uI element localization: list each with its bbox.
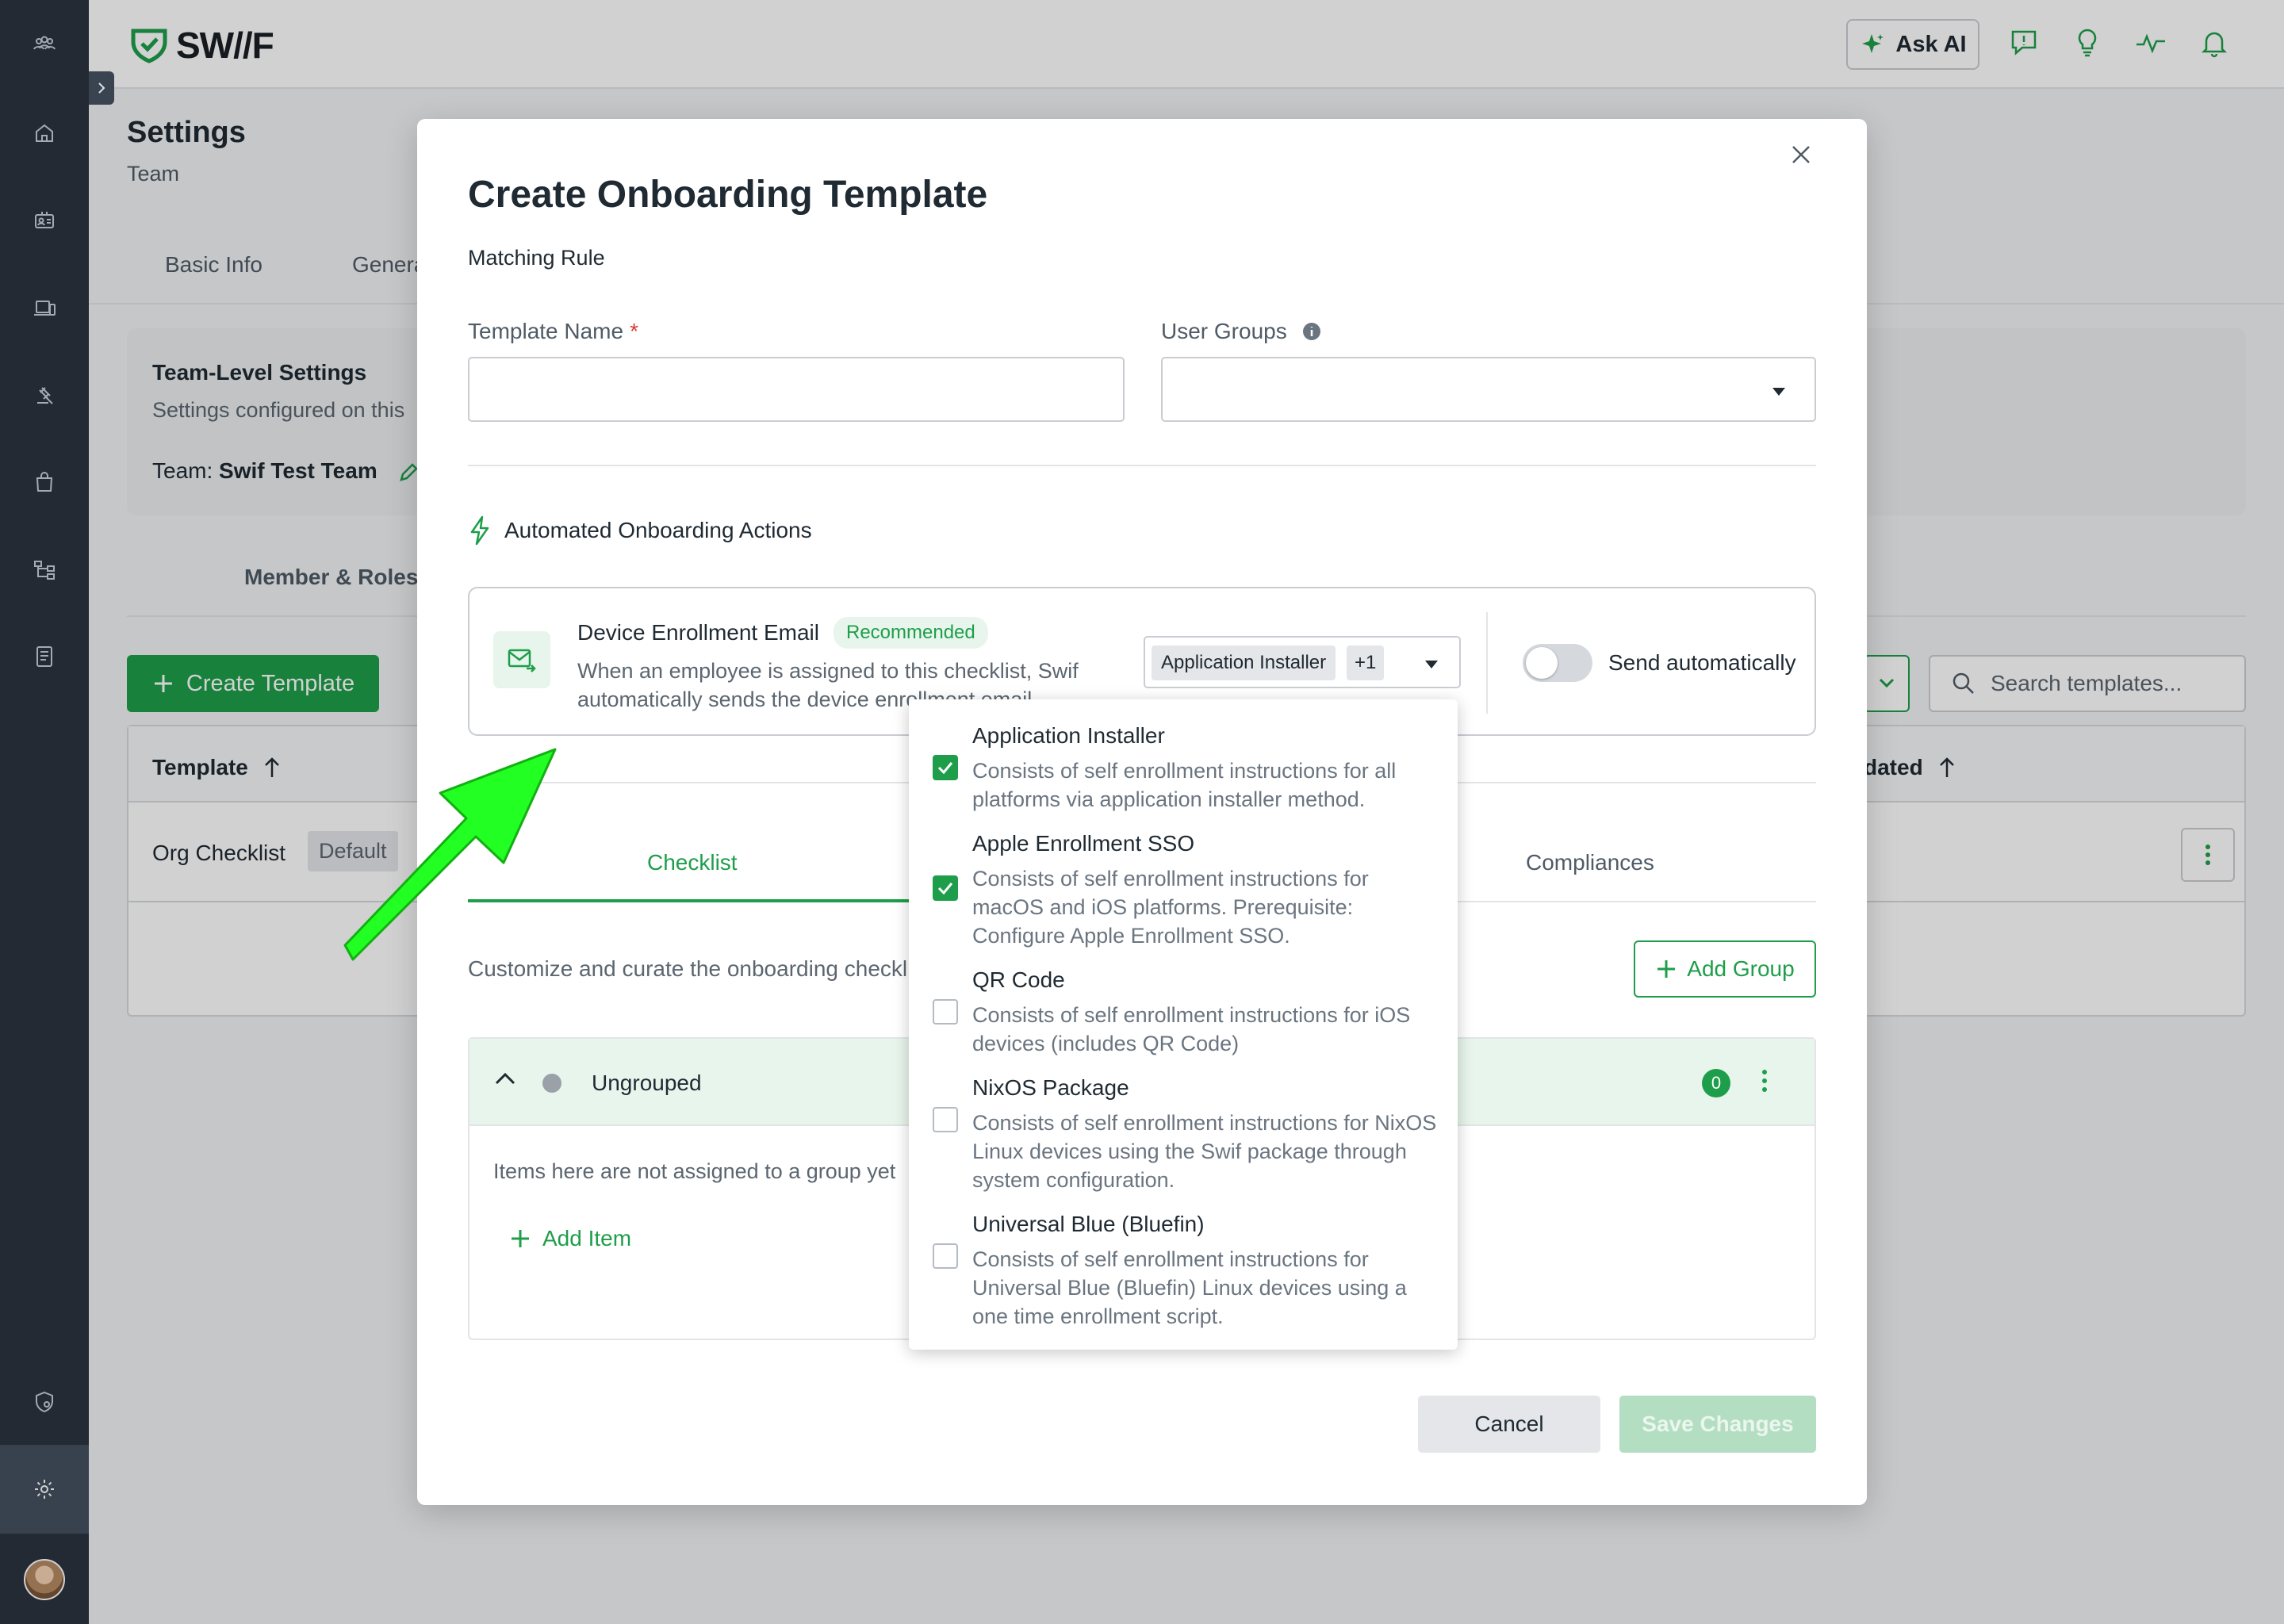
- option-title: QR Code: [972, 967, 1065, 992]
- option-description: Consists of self enrollment instructions…: [972, 1111, 1437, 1192]
- option-description: Consists of self enrollment instructions…: [972, 759, 1397, 811]
- template-name-input[interactable]: [468, 357, 1125, 422]
- annotation-arrow-icon: [343, 748, 557, 961]
- option-description: Consists of self enrollment instructions…: [972, 867, 1369, 948]
- group-name: Ungrouped: [592, 1071, 702, 1095]
- user-groups-select[interactable]: [1161, 357, 1816, 422]
- option-description: Consists of self enrollment instructions…: [972, 1003, 1411, 1055]
- required-asterisk: *: [630, 319, 638, 343]
- option-universal-blue[interactable]: Universal Blue (Bluefin) Consists of sel…: [909, 1188, 1458, 1339]
- option-title: NixOS Package: [972, 1075, 1129, 1100]
- extra-count-chip: +1: [1347, 645, 1385, 680]
- cancel-button[interactable]: Cancel: [1418, 1396, 1600, 1453]
- template-name-label: Template Name *: [468, 319, 638, 344]
- check-icon: [937, 762, 953, 775]
- send-automatically-toggle[interactable]: [1523, 644, 1592, 682]
- option-apple-enrollment-sso[interactable]: Apple Enrollment SSO Consists of self en…: [909, 807, 1458, 948]
- recommended-badge: Recommended: [834, 617, 988, 649]
- add-item-label: Add Item: [542, 1226, 632, 1251]
- option-title: Universal Blue (Bluefin): [972, 1212, 1205, 1236]
- close-button[interactable]: [1781, 135, 1821, 174]
- action-title-text: Device Enrollment Email: [577, 620, 819, 645]
- option-application-installer[interactable]: Application Installer Consists of self e…: [909, 699, 1458, 811]
- info-icon[interactable]: [1301, 321, 1322, 342]
- option-nixos-package[interactable]: NixOS Package Consists of self enrollmen…: [909, 1051, 1458, 1192]
- sidebar-expand-button[interactable]: [89, 71, 114, 105]
- modal-title: Create Onboarding Template: [468, 174, 988, 216]
- selected-chip: Application Installer: [1152, 645, 1336, 680]
- send-automatically-label: Send automatically: [1608, 650, 1796, 675]
- option-title: Apple Enrollment SSO: [972, 831, 1195, 856]
- mail-send-icon: [493, 631, 550, 688]
- automated-actions-heading: Automated Onboarding Actions: [468, 515, 812, 546]
- user-groups-label-text: User Groups: [1161, 319, 1287, 343]
- toggle-knob: [1526, 647, 1558, 679]
- caret-down-icon: [1425, 661, 1438, 668]
- check-icon: [937, 883, 953, 895]
- caret-down-icon: [1772, 388, 1785, 396]
- action-title: Device Enrollment Email Recommended: [577, 617, 988, 649]
- close-icon: [1792, 146, 1810, 163]
- option-title: Application Installer: [972, 723, 1165, 748]
- add-item-button[interactable]: Add Item: [509, 1226, 631, 1251]
- tab-compliances[interactable]: Compliances: [1526, 850, 1654, 875]
- section-divider: [468, 465, 1816, 466]
- matching-rule-heading: Matching Rule: [468, 246, 605, 270]
- user-groups-label: User Groups: [1161, 319, 1322, 344]
- enrollment-methods-dropdown: Application Installer Consists of self e…: [909, 699, 1458, 1350]
- plus-icon: [512, 1230, 529, 1247]
- enrollment-method-select[interactable]: Application Installer +1: [1144, 636, 1461, 688]
- add-group-button[interactable]: Add Group: [1634, 940, 1816, 998]
- group-count-badge: 0: [1702, 1069, 1730, 1097]
- card-separator: [1486, 612, 1488, 714]
- save-changes-button[interactable]: Save Changes: [1619, 1396, 1816, 1453]
- checkbox[interactable]: [933, 1243, 958, 1269]
- option-description: Consists of self enrollment instructions…: [972, 1247, 1407, 1328]
- more-vertical-icon[interactable]: [1761, 1067, 1769, 1094]
- checkbox[interactable]: [933, 755, 958, 780]
- checkbox[interactable]: [933, 1107, 958, 1132]
- lightning-icon: [470, 515, 489, 546]
- add-group-label: Add Group: [1687, 956, 1795, 981]
- tab-checklist[interactable]: Checklist: [647, 850, 738, 875]
- group-status-dot: [542, 1074, 561, 1093]
- checkbox[interactable]: [933, 999, 958, 1025]
- option-qr-code[interactable]: QR Code Consists of self enrollment inst…: [909, 944, 1458, 1055]
- group-empty-text: Items here are not assigned to a group y…: [493, 1159, 896, 1183]
- template-name-label-text: Template Name: [468, 319, 624, 343]
- chevron-right-icon: [98, 82, 105, 94]
- plus-icon: [1657, 960, 1676, 978]
- automated-actions-label: Automated Onboarding Actions: [504, 518, 812, 542]
- chevron-up-icon[interactable]: [493, 1071, 517, 1086]
- checkbox[interactable]: [933, 875, 958, 901]
